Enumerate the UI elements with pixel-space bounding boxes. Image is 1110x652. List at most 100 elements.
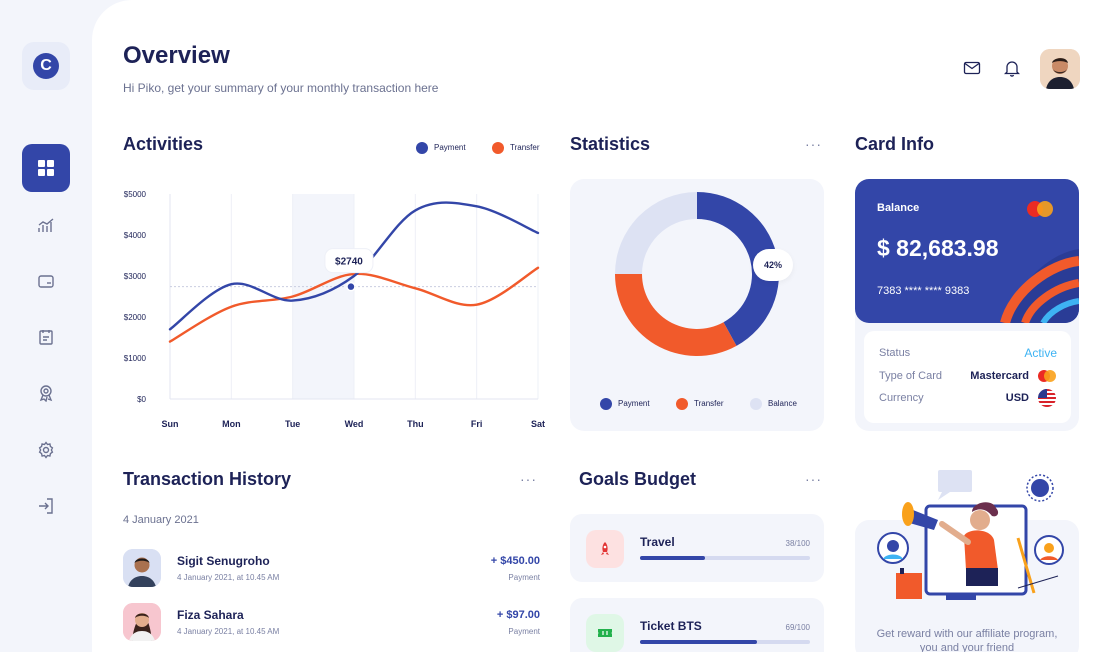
goal-progress-text: 38/100 <box>785 539 810 548</box>
transaction-date: 4 January 2021, at 10.45 AM <box>177 573 280 582</box>
highlight-band <box>292 194 354 399</box>
avatar <box>123 603 161 641</box>
donut-slice-transfer[interactable] <box>615 274 737 356</box>
stat-legend-payment-label: Payment <box>618 399 650 409</box>
stat-legend-transfer-label: Transfer <box>694 399 724 409</box>
goal-item-ticket-bts[interactable]: Ticket BTS 69/100 <box>570 598 824 652</box>
transaction-date: 4 January 2021, at 10.45 AM <box>177 627 280 636</box>
transactions-date-group: 4 January 2021 <box>123 514 199 526</box>
page-title: Overview <box>123 42 230 69</box>
transaction-type: Payment <box>508 573 540 582</box>
page-subtitle: Hi Piko, get your summary of your monthl… <box>123 81 439 95</box>
legend-payment-dot <box>416 141 428 154</box>
y-tick-label: $1000 <box>124 354 147 363</box>
activities-chart: $5000 $4000 $3000 $2000 $1000 $0 Sun Mon Tue Wed T… <box>124 190 545 429</box>
transaction-row[interactable]: Fiza Sahara 4 January 2021, at 10.45 AM … <box>123 603 540 641</box>
transactions-title: Transaction History <box>123 469 292 489</box>
statistics-donut <box>615 192 779 356</box>
y-tick-label: $4000 <box>124 231 147 240</box>
mastercard-small-icon <box>1037 369 1057 388</box>
stat-legend-transfer-dot <box>676 397 689 410</box>
logo-letter: C <box>33 53 59 79</box>
y-tick-label: $0 <box>137 395 146 404</box>
card-details-inner: Status Active Type of Card Mastercard Cu… <box>864 331 1071 423</box>
transaction-amount: + $97.00 <box>496 609 540 621</box>
sidebar-item-wallet[interactable] <box>22 257 70 305</box>
y-tick-label: $2000 <box>124 313 147 322</box>
transactions-more-button[interactable]: ··· <box>520 471 537 487</box>
x-tick-label: Mon <box>222 419 241 429</box>
gear-icon <box>38 441 54 459</box>
currency-value: USD <box>1005 392 1029 404</box>
sidebar-item-invoice[interactable] <box>22 313 70 361</box>
analytics-icon <box>38 218 54 232</box>
stat-legend-payment-dot <box>600 397 612 410</box>
card-type-value: Mastercard <box>970 370 1029 382</box>
rocket-icon <box>601 542 609 555</box>
sidebar-item-logout[interactable] <box>22 482 70 530</box>
x-tick-label: Sun <box>162 419 179 429</box>
avatar-icon <box>1040 49 1080 89</box>
mail-button[interactable] <box>963 60 981 81</box>
highlight-point <box>346 281 356 292</box>
goal-progress-track <box>640 556 810 560</box>
statistics-legend: Payment Transfer Balance <box>600 395 797 413</box>
card-balance-label: Balance <box>877 202 920 214</box>
transaction-row[interactable]: Sigit Senugroho 4 January 2021, at 10.45… <box>123 549 540 587</box>
goal-icon-box <box>586 530 624 568</box>
tooltip-value: $2740 <box>335 257 363 268</box>
sidebar-item-settings[interactable] <box>22 426 70 474</box>
ticket-icon <box>598 629 612 637</box>
goal-progress-text: 69/100 <box>785 623 810 632</box>
goal-label: Ticket BTS <box>640 619 702 633</box>
x-tick-label: Tue <box>285 419 300 429</box>
x-tick-label: Sat <box>531 419 545 429</box>
donut-slice-balance[interactable] <box>615 192 697 274</box>
currency-label: Currency <box>879 392 924 404</box>
y-tick-label: $5000 <box>124 190 147 199</box>
statistics-title: Statistics <box>570 134 651 154</box>
sidebar-item-analytics[interactable] <box>22 201 70 249</box>
promo-text: Get reward with our affiliate program, y… <box>876 628 1058 652</box>
sidebar-item-dashboard[interactable] <box>22 144 70 192</box>
transaction-amount: + $450.00 <box>490 555 540 567</box>
mail-icon <box>963 61 981 75</box>
status-value: Active <box>1024 346 1057 360</box>
x-tick-label: Thu <box>407 419 424 429</box>
x-tick-label: Wed <box>345 419 364 429</box>
stat-legend-balance-label: Balance <box>767 399 797 409</box>
card-number: 7383 **** **** 9383 <box>877 285 970 297</box>
transaction-type: Payment <box>508 627 540 636</box>
app-logo[interactable]: C <box>22 42 70 90</box>
mastercard-logo-icon <box>1025 200 1055 223</box>
award-icon <box>39 385 53 402</box>
donut-percent-badge: 42% <box>753 249 793 281</box>
status-label: Status <box>879 347 911 359</box>
credit-card[interactable]: Balance $ 82,683.98 7383 **** **** 9383 <box>855 179 1079 323</box>
sidebar-item-rewards[interactable] <box>22 369 70 417</box>
bell-icon <box>1003 61 1021 77</box>
sidebar: C <box>0 0 92 652</box>
x-tick-label: Fri <box>471 419 483 429</box>
invoice-icon <box>39 330 53 345</box>
logout-icon <box>39 498 53 514</box>
transaction-name: Sigit Senugroho <box>177 554 270 568</box>
notification-button[interactable] <box>1003 59 1021 82</box>
statistics-more-button[interactable]: ··· <box>805 136 822 152</box>
activities-title: Activities <box>123 134 204 154</box>
y-tick-label: $3000 <box>124 272 147 281</box>
transaction-name: Fiza Sahara <box>177 608 244 622</box>
user-avatar[interactable] <box>1040 49 1080 89</box>
us-flag-icon <box>1038 389 1056 407</box>
goal-progress-track <box>640 640 810 644</box>
wallet-icon <box>38 275 54 288</box>
goals-title: Goals Budget <box>579 469 697 489</box>
legend-payment-label: Payment <box>434 143 466 153</box>
activities-legend: Payment Transfer <box>416 139 540 157</box>
legend-transfer-label: Transfer <box>510 143 540 153</box>
goals-more-button[interactable]: ··· <box>805 471 822 487</box>
goal-item-travel[interactable]: Travel 38/100 <box>570 514 824 582</box>
avatar <box>123 549 161 587</box>
stat-legend-balance-dot <box>749 397 762 410</box>
card-type-label: Type of Card <box>879 370 942 382</box>
